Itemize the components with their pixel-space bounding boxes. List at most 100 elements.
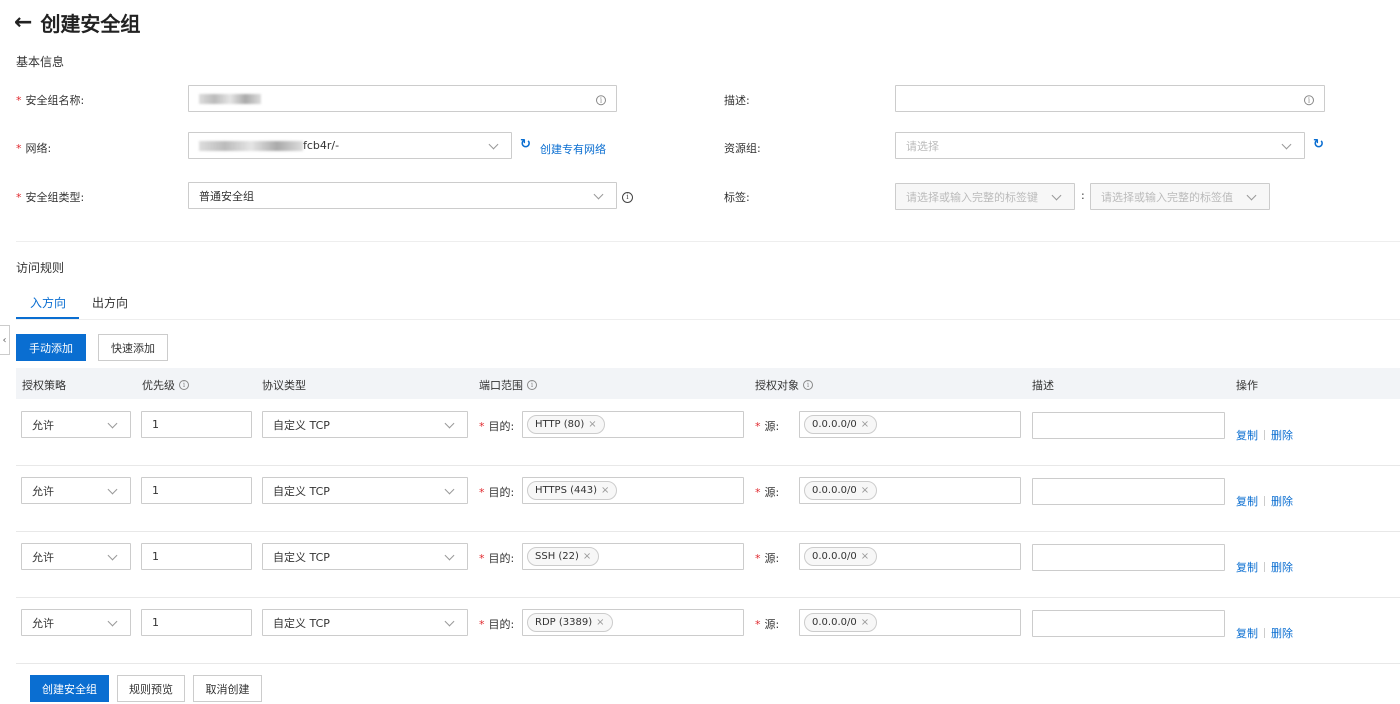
rule-description-input[interactable]: [1032, 610, 1225, 637]
description-input[interactable]: i: [895, 85, 1325, 112]
chevron-down-icon: [107, 616, 118, 627]
refresh-icon[interactable]: ↻: [520, 137, 531, 152]
protocol-select[interactable]: 自定义 TCP: [262, 477, 468, 504]
port-tag: SSH (22) ×: [527, 547, 600, 566]
tab-outbound[interactable]: 出方向: [92, 294, 128, 311]
col-protocol: 协议类型: [262, 379, 306, 392]
tags-label: 标签:: [724, 191, 750, 204]
tag-value-select[interactable]: 请选择或输入完整的标签值: [1090, 183, 1270, 210]
source-tag: 0.0.0.0/0 ×: [804, 547, 878, 566]
delete-link[interactable]: 删除: [1271, 493, 1293, 509]
policy-select[interactable]: 允许: [21, 477, 131, 504]
cancel-button[interactable]: 取消创建: [193, 675, 262, 702]
table-header: [16, 368, 1400, 399]
copy-link[interactable]: 复制: [1236, 625, 1258, 641]
close-icon[interactable]: ×: [583, 551, 591, 562]
dest-label: * 目的:: [479, 485, 515, 500]
dest-label: * 目的:: [479, 419, 515, 434]
network-select[interactable]: fcb4r/-: [188, 132, 512, 159]
close-icon[interactable]: ×: [861, 485, 869, 496]
info-icon: i: [803, 380, 813, 390]
tag-colon: :: [1081, 189, 1085, 202]
close-icon[interactable]: ×: [596, 617, 604, 628]
page-title: 创建安全组: [40, 12, 141, 36]
name-label: * 安全组名称:: [16, 93, 85, 108]
port-range-input[interactable]: HTTPS (443) ×: [522, 477, 744, 504]
col-port: 端口范围 i: [479, 377, 537, 393]
create-vpc-link[interactable]: 创建专有网络: [540, 141, 606, 157]
name-input[interactable]: i: [188, 85, 617, 112]
info-icon: i: [1304, 92, 1314, 106]
protocol-select[interactable]: 自定义 TCP: [262, 543, 468, 570]
protocol-select[interactable]: 自定义 TCP: [262, 609, 468, 636]
tabs-divider: [16, 319, 1400, 320]
tag-key-select[interactable]: 请选择或输入完整的标签键: [895, 183, 1075, 210]
source-tag: 0.0.0.0/0 ×: [804, 613, 878, 632]
source-input[interactable]: 0.0.0.0/0 ×: [799, 477, 1021, 504]
source-input[interactable]: 0.0.0.0/0 ×: [799, 543, 1021, 570]
quick-add-button[interactable]: 快速添加: [98, 334, 168, 361]
row-divider: [16, 663, 1400, 664]
close-icon[interactable]: ×: [861, 419, 869, 430]
policy-select[interactable]: 允许: [21, 543, 131, 570]
row-actions: 复制 删除: [1236, 427, 1293, 443]
rule-description-input[interactable]: [1032, 412, 1225, 439]
tab-inbound[interactable]: 入方向: [30, 294, 66, 311]
required-mark: *: [755, 617, 761, 631]
priority-input[interactable]: 1: [141, 609, 252, 636]
required-mark: *: [479, 485, 485, 499]
rule-description-input[interactable]: [1032, 478, 1225, 505]
copy-link[interactable]: 复制: [1236, 427, 1258, 443]
basic-info-title: 基本信息: [16, 55, 65, 69]
priority-input[interactable]: 1: [141, 477, 252, 504]
description-label: 描述:: [724, 94, 750, 107]
info-icon: i: [527, 380, 537, 390]
delete-link[interactable]: 删除: [1271, 625, 1293, 641]
priority-input[interactable]: 1: [141, 411, 252, 438]
resource-group-select[interactable]: 请选择: [895, 132, 1305, 159]
separator: [1264, 628, 1265, 638]
chevron-down-icon: [107, 418, 118, 429]
source-tag: 0.0.0.0/0 ×: [804, 481, 878, 500]
manual-add-button[interactable]: 手动添加: [16, 334, 86, 361]
port-tag: RDP (3389) ×: [527, 613, 613, 632]
priority-input[interactable]: 1: [141, 543, 252, 570]
row-actions: 复制 删除: [1236, 625, 1293, 641]
type-select[interactable]: 普通安全组: [188, 182, 617, 209]
separator: [1264, 496, 1265, 506]
required-mark: *: [755, 419, 761, 433]
row-divider: [16, 531, 1400, 532]
info-icon: i: [179, 380, 189, 390]
copy-link[interactable]: 复制: [1236, 493, 1258, 509]
row-divider: [16, 597, 1400, 598]
collapse-sidebar-handle[interactable]: ‹: [0, 325, 10, 355]
policy-select[interactable]: 允许: [21, 609, 131, 636]
close-icon[interactable]: ×: [861, 617, 869, 628]
back-arrow-icon[interactable]: ←: [14, 10, 32, 35]
create-security-group-button[interactable]: 创建安全组: [30, 675, 109, 702]
col-description: 描述: [1032, 379, 1054, 392]
close-icon[interactable]: ×: [588, 419, 596, 430]
preview-rules-button[interactable]: 规则预览: [117, 675, 185, 702]
source-input[interactable]: 0.0.0.0/0 ×: [799, 609, 1021, 636]
source-input[interactable]: 0.0.0.0/0 ×: [799, 411, 1021, 438]
chevron-down-icon: [488, 139, 499, 150]
required-mark: *: [755, 485, 761, 499]
delete-link[interactable]: 删除: [1271, 559, 1293, 575]
port-range-input[interactable]: SSH (22) ×: [522, 543, 744, 570]
chevron-down-icon: [444, 484, 455, 495]
port-range-input[interactable]: HTTP (80) ×: [522, 411, 744, 438]
required-mark: *: [479, 551, 485, 565]
refresh-icon[interactable]: ↻: [1313, 137, 1324, 152]
protocol-select[interactable]: 自定义 TCP: [262, 411, 468, 438]
copy-link[interactable]: 复制: [1236, 559, 1258, 575]
delete-link[interactable]: 删除: [1271, 427, 1293, 443]
close-icon[interactable]: ×: [861, 551, 869, 562]
network-label: * 网络:: [16, 141, 52, 156]
close-icon[interactable]: ×: [601, 485, 609, 496]
rule-description-input[interactable]: [1032, 544, 1225, 571]
port-range-input[interactable]: RDP (3389) ×: [522, 609, 744, 636]
port-tag: HTTPS (443) ×: [527, 481, 618, 500]
col-priority: 优先级 i: [142, 377, 189, 393]
policy-select[interactable]: 允许: [21, 411, 131, 438]
